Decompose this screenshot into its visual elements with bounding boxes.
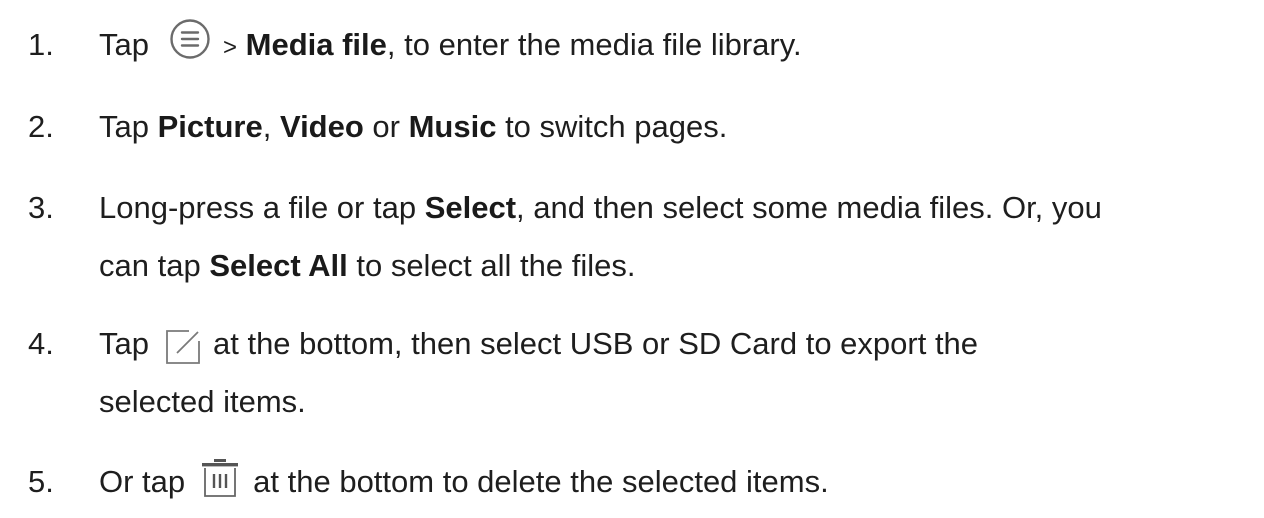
menu-icon: [169, 18, 211, 60]
step-number: 3.: [28, 190, 54, 225]
step-text: Tap Picture, Video or Music to switch pa…: [99, 98, 1249, 156]
step-text-mid1: ,: [262, 109, 280, 144]
export-icon: [165, 326, 201, 364]
step-bold-video: Video: [279, 109, 364, 144]
step-line-2: selected items.: [99, 384, 306, 419]
instruction-list: 1. Tap > Media file, to enter the media …: [0, 0, 1264, 518]
step-line-1: Long-press a file or tap Select, and the…: [99, 179, 1249, 237]
trash-icon: [201, 458, 239, 498]
step-text-post: at the bottom, then select USB or SD Car…: [212, 326, 979, 361]
step-text-post: at the bottom to delete the selected ite…: [253, 464, 829, 499]
step-text-pre: Long-press a file or tap: [99, 190, 425, 225]
step-text-post: to switch pages.: [496, 109, 728, 144]
greater-than-sign: >: [222, 34, 237, 61]
step-text-line2-pre: can tap: [99, 248, 210, 283]
step-text: Or tap at the bottom to delete the selec…: [99, 453, 1249, 511]
step-bold-music: Music: [408, 109, 497, 144]
step-text-pre: Tap: [99, 109, 158, 144]
step-text: Tap > Media file, to enter the media fil…: [99, 16, 1249, 77]
step-text-post: , to enter the media file library.: [386, 27, 802, 62]
step-line-1: Tap at the bottom, then select USB or SD…: [99, 315, 1249, 373]
step-bold-select-all: Select All: [209, 248, 348, 283]
step-number: 2.: [28, 109, 54, 144]
step-text-line2-post: to select all the files.: [347, 248, 636, 283]
step-bold-picture: Picture: [157, 109, 263, 144]
step-text: Tap at the bottom, then select USB or SD…: [99, 315, 1249, 431]
step-number: 1.: [28, 27, 54, 62]
step-number: 5.: [28, 464, 54, 499]
step-number: 4.: [28, 326, 54, 361]
step-text: Long-press a file or tap Select, and the…: [99, 179, 1249, 295]
step-line-2: can tap Select All to select all the fil…: [99, 237, 1249, 295]
step-text-pre: Tap: [99, 27, 149, 62]
step-text-pre: Tap: [99, 326, 149, 361]
step-text-mid2: or: [363, 109, 409, 144]
step-bold-select: Select: [424, 190, 517, 225]
step-text-post: , and then select some media files. Or, …: [516, 190, 1102, 225]
step-bold-media-file: Media file: [245, 27, 387, 62]
step-text-pre: Or tap: [99, 464, 186, 499]
